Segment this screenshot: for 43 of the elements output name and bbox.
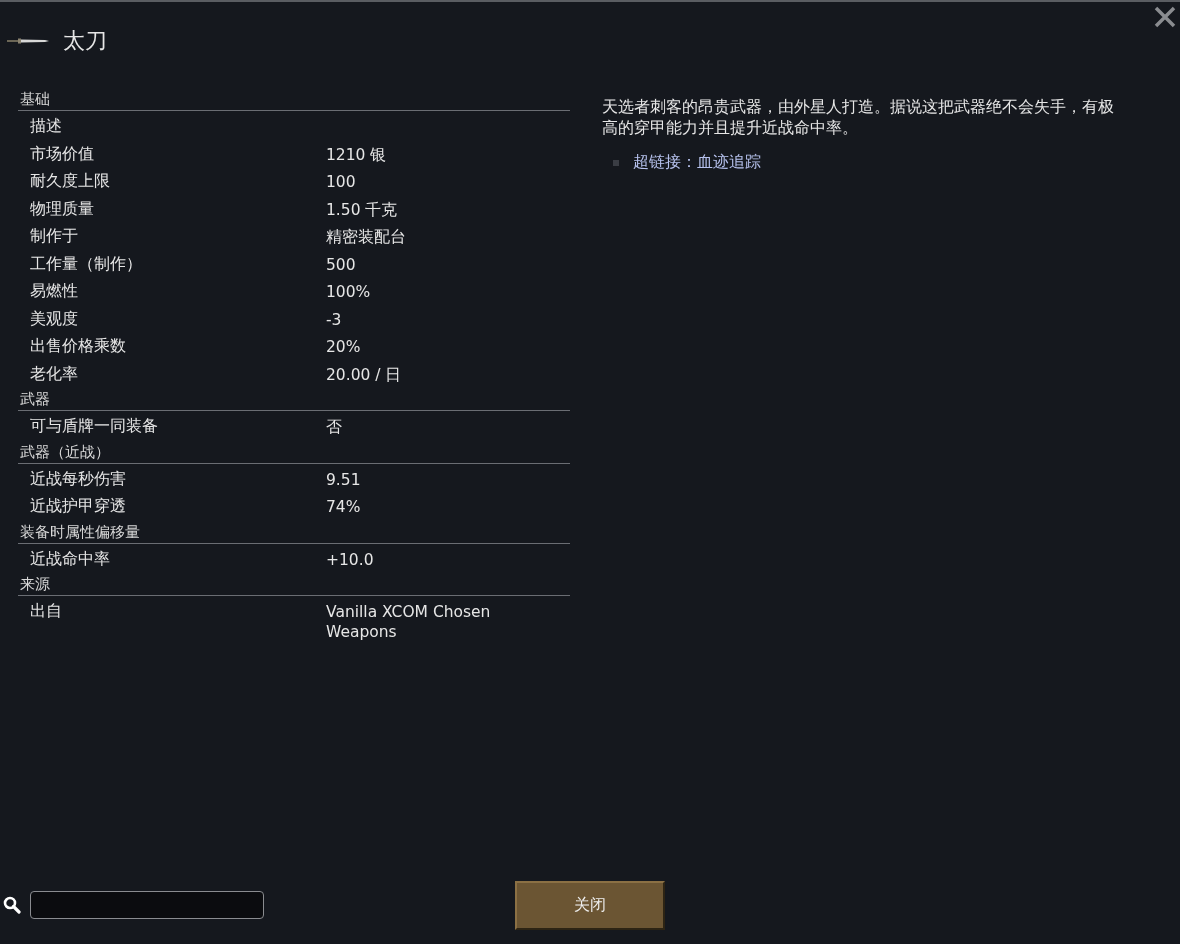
stat-value: Vanilla XCOM Chosen Weapons bbox=[326, 602, 492, 642]
stat-value: -3 bbox=[326, 309, 343, 330]
stat-value: 1210 银 bbox=[326, 144, 388, 165]
stat-value: 9.51 bbox=[326, 469, 362, 490]
stat-value: 1.50 千克 bbox=[326, 199, 399, 220]
stat-value: +10.0 bbox=[326, 549, 375, 570]
stat-label: 物理质量 bbox=[29, 198, 95, 220]
section-heading: 武器（近战） bbox=[18, 440, 570, 464]
bullet-icon bbox=[613, 159, 619, 166]
section-heading: 武器 bbox=[18, 388, 570, 411]
section-heading: 来源 bbox=[18, 573, 570, 596]
stat-value: 500 bbox=[326, 254, 357, 275]
stat-label: 可与盾牌一同装备 bbox=[29, 416, 159, 437]
stat-label: 出售价格乘数 bbox=[29, 336, 127, 357]
stat-label: 老化率 bbox=[29, 363, 79, 385]
stat-label: 耐久度上限 bbox=[29, 171, 111, 192]
stat-label: 美观度 bbox=[29, 308, 79, 330]
close-button[interactable]: 关闭 bbox=[515, 880, 665, 930]
search-field[interactable] bbox=[30, 891, 264, 919]
item-title: 太刀 bbox=[63, 27, 107, 55]
stat-label: 制作于 bbox=[29, 226, 79, 247]
stat-label: 易燃性 bbox=[29, 281, 79, 302]
stat-label: 近战护甲穿透 bbox=[29, 496, 127, 517]
stat-label: 近战每秒伤害 bbox=[29, 468, 127, 490]
stat-label: 描述 bbox=[29, 116, 63, 137]
stat-label: 工作量（制作） bbox=[29, 253, 143, 275]
stat-label: 出自 bbox=[29, 601, 63, 622]
stat-label: 近战命中率 bbox=[29, 548, 111, 570]
stat-value: 100 bbox=[326, 172, 357, 192]
stat-value: 20.00 / 日 bbox=[326, 364, 403, 385]
stat-value: 精密装配台 bbox=[326, 227, 407, 247]
sword-icon bbox=[7, 37, 49, 45]
search-icon bbox=[3, 896, 21, 914]
stat-value: 20% bbox=[326, 337, 362, 357]
stat-value: 100% bbox=[326, 282, 372, 302]
stat-label: 市场价值 bbox=[29, 143, 95, 165]
close-icon[interactable] bbox=[1153, 5, 1177, 29]
stat-value: 74% bbox=[326, 497, 362, 517]
stat-value: 否 bbox=[326, 417, 343, 437]
section-heading: 装备时属性偏移量 bbox=[18, 520, 570, 544]
description-text: 天选者刺客的昂贵武器，由外星人打造。据说这把武器绝不会失手，有极高的穿甲能力并且提升近战命中率。 bbox=[602, 96, 1115, 138]
hyperlink[interactable]: 超链接：血迹追踪 bbox=[633, 152, 761, 173]
section-heading: 基础 bbox=[18, 88, 570, 111]
